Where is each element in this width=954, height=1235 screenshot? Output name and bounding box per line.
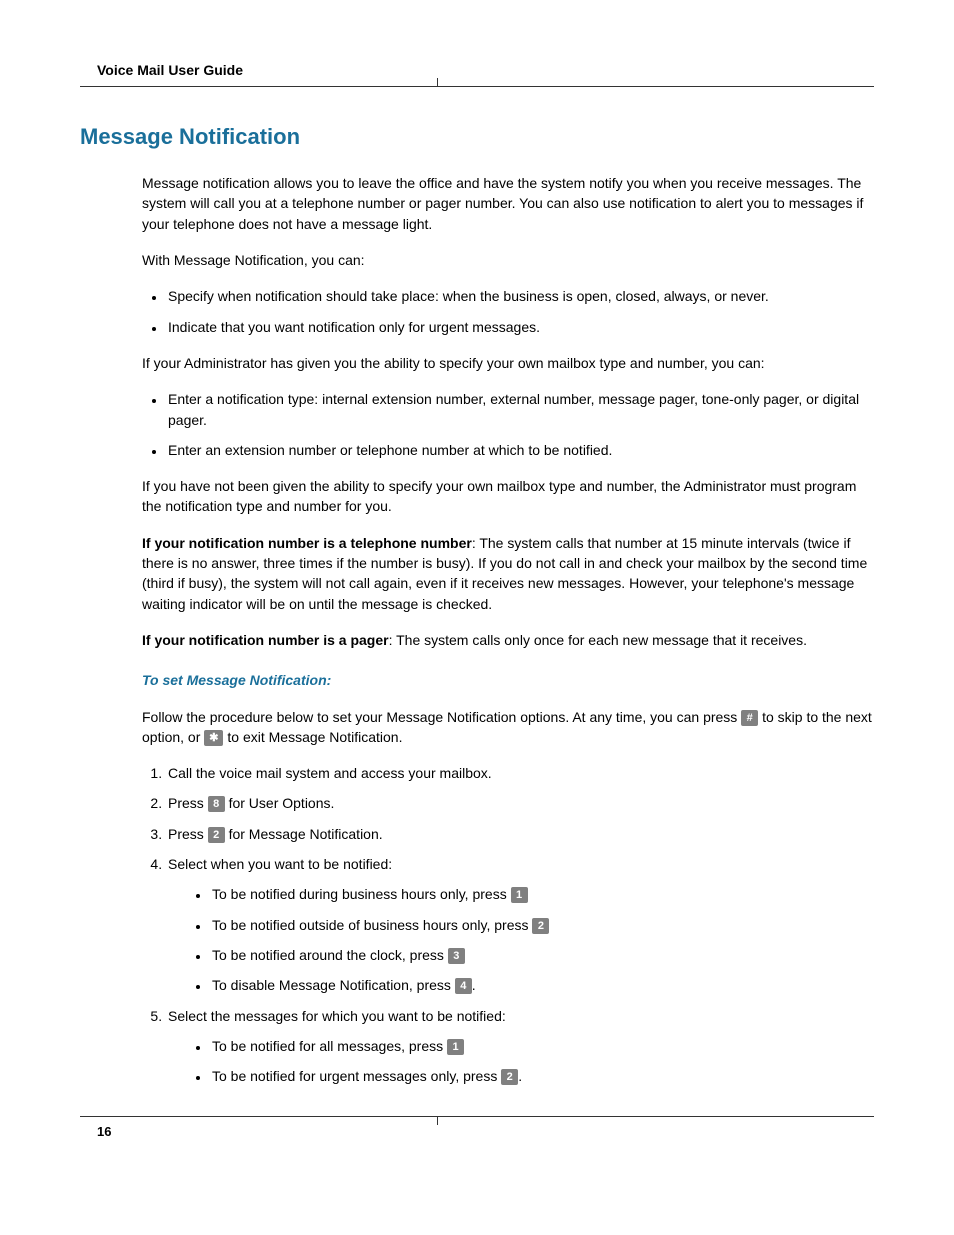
list-item: Call the voice mail system and access yo… bbox=[166, 763, 874, 783]
text: To disable Message Notification, press bbox=[212, 977, 455, 993]
text: . bbox=[472, 977, 476, 993]
paragraph: If you have not been given the ability t… bbox=[142, 476, 874, 517]
text: for Message Notification. bbox=[225, 826, 383, 842]
list-item: To be notified for urgent messages only,… bbox=[210, 1066, 874, 1086]
paragraph: If your Administrator has given you the … bbox=[142, 353, 874, 373]
paragraph: With Message Notification, you can: bbox=[142, 250, 874, 270]
list-item: Enter an extension number or telephone n… bbox=[166, 440, 874, 460]
key-4-icon: 4 bbox=[455, 978, 472, 994]
ordered-list: Call the voice mail system and access yo… bbox=[142, 763, 874, 1086]
text: Press bbox=[168, 826, 208, 842]
list-item: To be notified around the clock, press 3 bbox=[210, 945, 874, 965]
key-1-icon: 1 bbox=[447, 1039, 464, 1055]
text: Follow the procedure below to set your M… bbox=[142, 709, 741, 725]
list-item: Enter a notification type: internal exte… bbox=[166, 389, 874, 430]
running-header: Voice Mail User Guide bbox=[80, 60, 874, 80]
list-item: Specify when notification should take pl… bbox=[166, 286, 874, 306]
key-2-icon: 2 bbox=[501, 1069, 518, 1085]
text: for User Options. bbox=[225, 795, 335, 811]
footer-rule bbox=[80, 1116, 874, 1117]
text: To be notified for urgent messages only,… bbox=[212, 1068, 501, 1084]
header-rule bbox=[80, 86, 874, 87]
list-item: Press 8 for User Options. bbox=[166, 793, 874, 813]
page-number: 16 bbox=[80, 1123, 874, 1142]
key-star-icon: ✱ bbox=[204, 730, 223, 746]
body-content: Message notification allows you to leave… bbox=[142, 173, 874, 1086]
text: . bbox=[518, 1068, 522, 1084]
bold-text: If your notification number is a pager bbox=[142, 632, 389, 648]
text: Select when you want to be notified: bbox=[168, 856, 392, 872]
text: : The system calls only once for each ne… bbox=[389, 632, 807, 648]
document-page: Voice Mail User Guide Message Notificati… bbox=[0, 0, 954, 1202]
text: To be notified outside of business hours… bbox=[212, 917, 532, 933]
list-item: To be notified outside of business hours… bbox=[210, 915, 874, 935]
list-item: Select the messages for which you want t… bbox=[166, 1006, 874, 1087]
paragraph: Follow the procedure below to set your M… bbox=[142, 707, 874, 748]
list-item: Indicate that you want notification only… bbox=[166, 317, 874, 337]
key-1-icon: 1 bbox=[511, 887, 528, 903]
bullet-list: Specify when notification should take pl… bbox=[142, 286, 874, 337]
list-item: To be notified during business hours onl… bbox=[210, 884, 874, 904]
text: Press bbox=[168, 795, 208, 811]
subheading: To set Message Notification: bbox=[142, 670, 874, 690]
paragraph: If your notification number is a telepho… bbox=[142, 533, 874, 614]
section-title: Message Notification bbox=[80, 121, 874, 153]
key-hash-icon: # bbox=[741, 710, 758, 726]
text: Select the messages for which you want t… bbox=[168, 1008, 506, 1024]
bullet-list: Enter a notification type: internal exte… bbox=[142, 389, 874, 460]
list-item: To be notified for all messages, press 1 bbox=[210, 1036, 874, 1056]
bullet-list: To be notified for all messages, press 1… bbox=[168, 1036, 874, 1087]
key-2-icon: 2 bbox=[208, 827, 225, 843]
paragraph: Message notification allows you to leave… bbox=[142, 173, 874, 234]
text: To be notified around the clock, press bbox=[212, 947, 448, 963]
key-2-icon: 2 bbox=[532, 918, 549, 934]
key-3-icon: 3 bbox=[448, 948, 465, 964]
text: To be notified for all messages, press bbox=[212, 1038, 447, 1054]
list-item: To disable Message Notification, press 4… bbox=[210, 975, 874, 995]
bullet-list: To be notified during business hours onl… bbox=[168, 884, 874, 995]
bold-text: If your notification number is a telepho… bbox=[142, 535, 472, 551]
text: To be notified during business hours onl… bbox=[212, 886, 511, 902]
paragraph: If your notification number is a pager: … bbox=[142, 630, 874, 650]
list-item: Select when you want to be notified: To … bbox=[166, 854, 874, 995]
list-item: Press 2 for Message Notification. bbox=[166, 824, 874, 844]
text: to exit Message Notification. bbox=[223, 729, 402, 745]
key-8-icon: 8 bbox=[208, 796, 225, 812]
